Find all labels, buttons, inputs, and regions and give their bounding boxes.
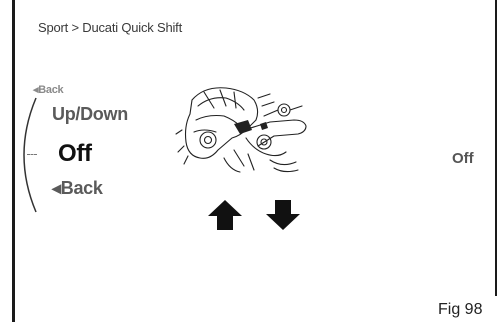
screen-border-right — [495, 0, 497, 296]
figure-caption: Fig 98 — [438, 301, 483, 318]
selector-tick — [27, 154, 37, 156]
menu-item-off-selected[interactable]: Off — [58, 140, 92, 168]
arrow-up-icon[interactable] — [208, 200, 242, 230]
current-value: Off — [452, 150, 474, 167]
arrow-down-icon[interactable] — [266, 200, 300, 230]
menu-item-back[interactable]: ◂Back — [52, 178, 103, 199]
back-arrow-icon: ◂ — [52, 178, 61, 198]
dashboard-screen: Sport > Ducati Quick Shift ◂Back Up/Down… — [0, 0, 500, 322]
quick-shift-pedal-illustration — [175, 87, 307, 173]
menu-item-back-small[interactable]: ◂Back — [33, 83, 64, 96]
menu-item-up-down[interactable]: Up/Down — [52, 104, 128, 125]
breadcrumb: Sport > Ducati Quick Shift — [38, 20, 183, 35]
